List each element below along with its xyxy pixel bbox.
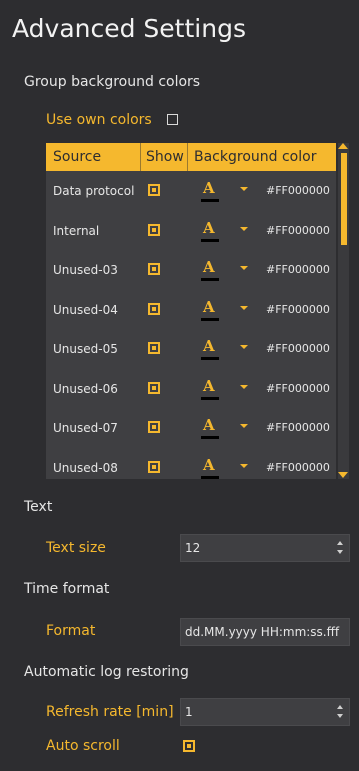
spinner-icon[interactable] [337, 705, 343, 719]
group-colors-table: Source Show Background color Data protoc… [46, 143, 336, 479]
use-own-colors-label: Use own colors [46, 112, 152, 128]
format-label: Format [46, 623, 96, 639]
col-source[interactable]: Source [53, 149, 101, 165]
row-source: Internal [53, 223, 100, 238]
row-show-checkbox[interactable] [148, 184, 160, 196]
chevron-down-icon[interactable] [240, 345, 248, 349]
use-own-colors-checkbox[interactable] [167, 114, 178, 125]
color-swatch [201, 475, 219, 479]
font-color-icon[interactable]: A [203, 298, 215, 316]
chevron-down-icon[interactable] [240, 305, 248, 310]
auto-scroll-checkbox[interactable] [183, 740, 195, 752]
color-swatch [201, 436, 219, 439]
chevron-down-icon[interactable] [240, 384, 248, 389]
table-row[interactable]: Data protocol A #FF000000 [46, 171, 336, 210]
row-color-hex: #FF000000 [266, 263, 330, 276]
row-source: Unused-07 [53, 421, 118, 435]
row-source: Unused-03 [53, 263, 118, 277]
refresh-rate-label: Refresh rate [min] [46, 704, 174, 720]
row-color-hex: #FF000000 [266, 460, 330, 474]
row-show-checkbox[interactable] [148, 342, 160, 354]
row-show-checkbox[interactable] [148, 460, 160, 473]
format-value: dd.MM.yyyy HH:mm:ss.fff [185, 625, 340, 639]
scroll-thumb[interactable] [341, 153, 347, 245]
row-source: Unused-04 [53, 302, 118, 317]
spinner-icon[interactable] [337, 541, 343, 555]
table-row[interactable]: Unused-07 A #FF000000 [46, 408, 336, 447]
color-swatch [201, 278, 219, 281]
text-size-value: 12 [185, 541, 201, 555]
chevron-down-icon[interactable] [240, 226, 248, 231]
row-color-hex: #FF000000 [266, 381, 330, 395]
chevron-down-icon[interactable] [240, 266, 248, 270]
color-swatch [201, 238, 219, 242]
table-header: Source Show Background color [46, 143, 336, 171]
row-source: Unused-08 [53, 460, 118, 475]
table-row[interactable]: Internal A #FF000000 [46, 211, 336, 250]
font-color-icon[interactable]: A [203, 377, 215, 395]
table-row[interactable]: Unused-05 A #FF000000 [46, 329, 336, 368]
row-color-hex: #FF000000 [266, 421, 330, 434]
chevron-down-icon[interactable] [240, 463, 248, 468]
row-color-hex: #FF000000 [266, 223, 330, 237]
font-color-icon[interactable]: A [203, 179, 215, 197]
row-color-hex: #FF000000 [266, 342, 330, 355]
row-show-checkbox[interactable] [148, 421, 160, 433]
row-show-checkbox[interactable] [148, 263, 160, 275]
row-source: Data protocol [53, 184, 135, 198]
row-source: Unused-06 [53, 381, 118, 396]
table-row[interactable]: Unused-04 A #FF000000 [46, 290, 336, 329]
time-format-heading: Time format [24, 581, 110, 597]
font-color-icon[interactable]: A [203, 337, 215, 355]
font-color-icon[interactable]: A [203, 416, 215, 434]
row-show-checkbox[interactable] [148, 302, 160, 315]
scroll-up-arrow-icon[interactable] [338, 143, 348, 149]
col-show[interactable]: Show [146, 149, 184, 165]
table-row[interactable]: Unused-06 A #FF000000 [46, 369, 336, 408]
refresh-rate-stepper[interactable]: 1 [180, 698, 350, 726]
color-swatch [201, 396, 219, 400]
text-size-label: Text size [46, 540, 106, 556]
page-title: Advanced Settings [12, 14, 246, 43]
font-color-icon[interactable]: A [203, 456, 215, 474]
color-swatch [201, 317, 219, 321]
row-color-hex: #FF000000 [266, 302, 330, 316]
refresh-rate-value: 1 [185, 705, 193, 719]
format-input[interactable]: dd.MM.yyyy HH:mm:ss.fff [180, 618, 350, 646]
color-swatch [201, 199, 219, 202]
row-show-checkbox[interactable] [148, 381, 160, 394]
text-size-stepper[interactable]: 12 [180, 534, 350, 562]
color-swatch [201, 357, 219, 360]
group-bg-heading: Group background colors [24, 74, 201, 90]
table-row[interactable]: Unused-08 A #FF000000 [46, 448, 336, 480]
table-row[interactable]: Unused-03 A #FF000000 [46, 250, 336, 289]
col-background-color[interactable]: Background color [194, 149, 316, 165]
chevron-down-icon[interactable] [240, 424, 248, 428]
row-source: Unused-05 [53, 342, 118, 356]
log-restoring-heading: Automatic log restoring [24, 664, 189, 680]
font-color-icon[interactable]: A [203, 258, 215, 276]
auto-scroll-label: Auto scroll [46, 738, 120, 754]
scroll-down-arrow-icon[interactable] [338, 472, 348, 478]
font-color-icon[interactable]: A [203, 219, 215, 237]
row-show-checkbox[interactable] [148, 223, 160, 236]
chevron-down-icon[interactable] [240, 187, 248, 191]
row-color-hex: #FF000000 [266, 184, 330, 197]
text-heading: Text [24, 499, 53, 515]
